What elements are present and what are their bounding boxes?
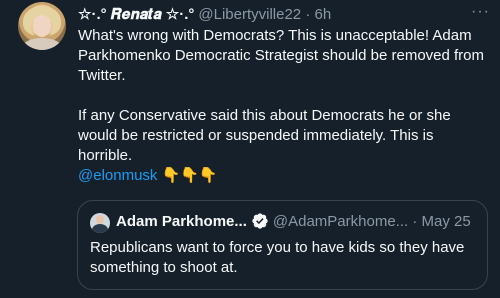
avatar-suit bbox=[92, 224, 108, 233]
more-options-icon[interactable]: ··· bbox=[471, 3, 490, 21]
author-avatar[interactable] bbox=[18, 2, 66, 50]
avatar-face bbox=[33, 15, 51, 37]
quoted-handle-date: @AdamParkhome... · May 25 bbox=[272, 212, 471, 230]
author-display-name[interactable]: ☆·.° 𝑹𝒆𝒏𝒂𝒕𝒂 ☆·.° bbox=[78, 5, 194, 23]
tweet-mention-line: @elonmusk 👇👇👇 bbox=[78, 166, 490, 186]
quoted-author-name: Adam Parkhome... bbox=[116, 212, 247, 230]
quoted-tweet-card[interactable]: Adam Parkhome... @AdamParkhome... · May … bbox=[77, 200, 488, 290]
avatar-head bbox=[96, 215, 104, 224]
mention-link[interactable]: @elonmusk bbox=[78, 167, 157, 184]
quoted-tweet-header: Adam Parkhome... @AdamParkhome... · May … bbox=[116, 212, 471, 230]
pointing-down-emoji: 👇👇👇 bbox=[161, 167, 218, 184]
verified-badge-icon bbox=[252, 213, 268, 229]
tweet-header: ☆·.° 𝑹𝒆𝒏𝒂𝒕𝒂 ☆·.° @Libertyville22 · 6h bbox=[78, 4, 331, 24]
quoted-author-avatar bbox=[90, 213, 110, 233]
author-handle-time[interactable]: @Libertyville22 · 6h bbox=[198, 6, 331, 23]
tweet-paragraph-2: If any Conservative said this about Demo… bbox=[78, 107, 451, 164]
tweet-body: What's wrong with Democrats? This is una… bbox=[78, 26, 490, 186]
tweet-paragraph-1: What's wrong with Democrats? This is una… bbox=[78, 27, 485, 84]
avatar-shoulders bbox=[22, 38, 62, 50]
quoted-tweet-text: Republicans want to force you to have ki… bbox=[90, 239, 465, 276]
